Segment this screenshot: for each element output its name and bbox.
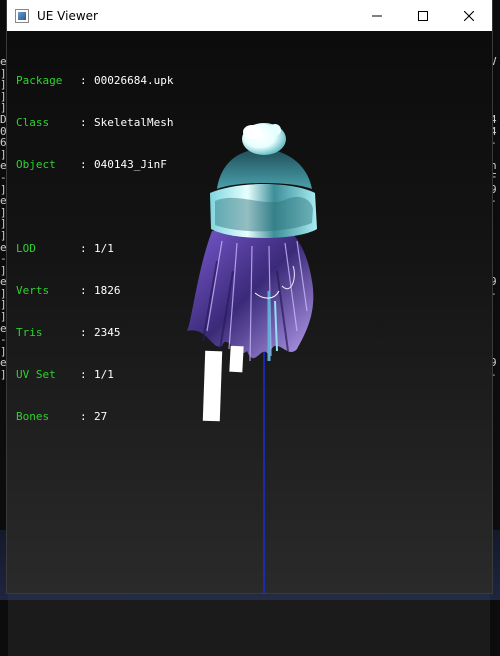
info-value-object: 040143_JinF	[94, 158, 167, 171]
maximize-button[interactable]	[400, 0, 446, 31]
info-tris-row: Tris: 2345	[16, 326, 121, 339]
info-label-bones: Bones	[16, 410, 50, 423]
info-label-tris: Tris	[16, 326, 43, 339]
info-value-package: 00026684.upk	[94, 74, 174, 87]
info-value-bones: 27	[94, 410, 108, 423]
info-label-lod: LOD	[16, 242, 36, 255]
ribbon-right	[229, 345, 244, 373]
minimize-button[interactable]	[354, 0, 400, 31]
info-label-package: Package	[16, 74, 63, 87]
minimize-icon	[372, 15, 382, 16]
info-object-row: Object: 040143_JinF	[16, 158, 167, 171]
maximize-icon	[418, 10, 428, 21]
ribbon-left	[202, 350, 223, 422]
hat-crown	[217, 149, 312, 189]
window-title: UE Viewer	[37, 8, 98, 23]
info-package-row: Package: 00026684.upk	[16, 74, 174, 87]
close-icon	[464, 10, 474, 21]
close-button[interactable]	[446, 0, 492, 31]
info-lod-row: LOD: 1/1	[16, 242, 114, 255]
info-bones-row: Bones: 27	[16, 410, 108, 423]
info-uvset-row: UV Set: 1/1	[16, 368, 114, 381]
mesh-info-overlay: Package: 00026684.upk Class: SkeletalMes…	[16, 46, 173, 452]
info-value-verts: 1826	[94, 284, 121, 297]
ue-viewer-window: UE Viewer Package: 00026684.upk Class:…	[7, 0, 492, 593]
info-label-verts: Verts	[16, 284, 50, 297]
info-label-object: Object	[16, 158, 56, 171]
info-value-tris: 2345	[94, 326, 121, 339]
info-label-class: Class	[16, 116, 50, 129]
info-class-row: Class: SkeletalMesh	[16, 116, 174, 129]
info-value-class: SkeletalMesh	[94, 116, 174, 129]
app-icon	[15, 8, 29, 23]
info-label-uvset: UV Set	[16, 368, 56, 381]
3d-viewport[interactable]: Package: 00026684.upk Class: SkeletalMes…	[7, 31, 492, 593]
info-value-uvset: 1/1	[94, 368, 114, 381]
info-value-lod: 1/1	[94, 242, 114, 255]
title-bar[interactable]: UE Viewer	[7, 0, 492, 31]
info-verts-row: Verts: 1826	[16, 284, 121, 297]
